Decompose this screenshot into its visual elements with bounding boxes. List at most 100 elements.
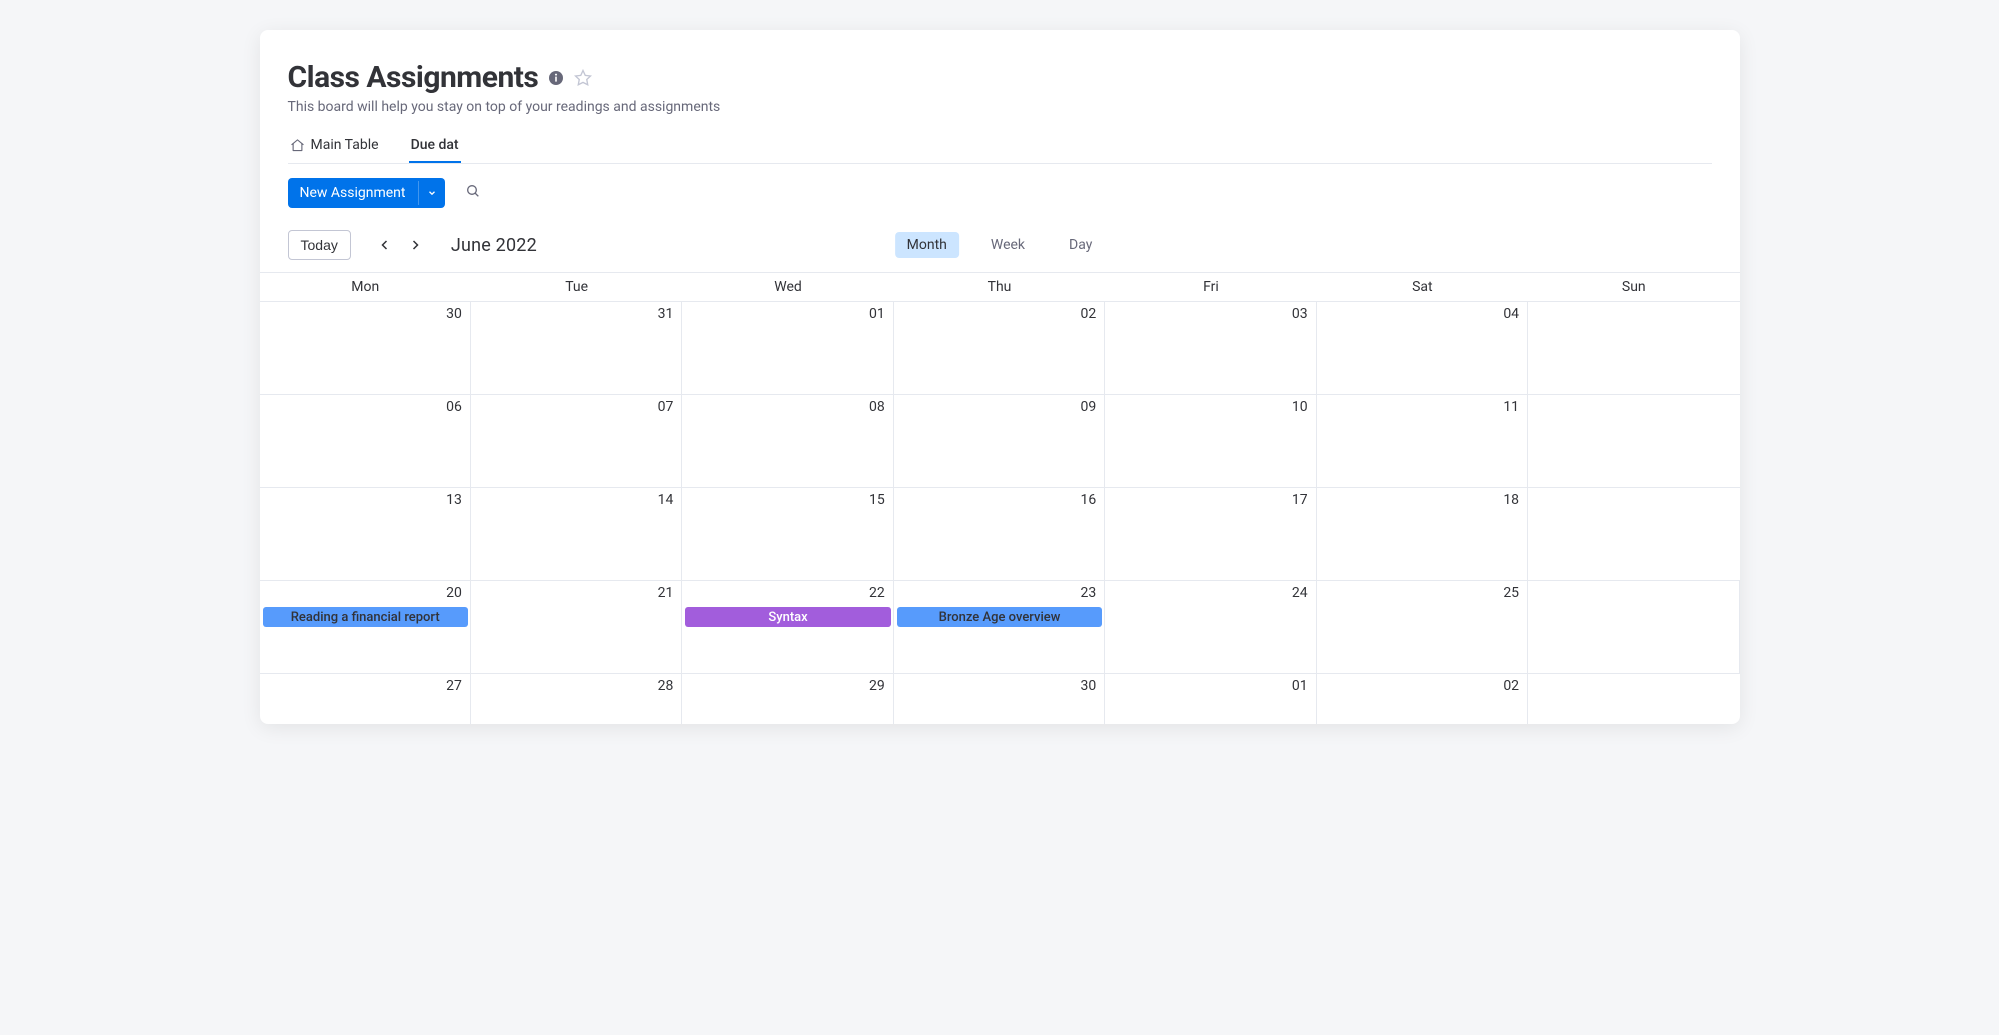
calendar-day-cell[interactable]: 04	[1317, 302, 1528, 394]
calendar-day-cell[interactable]: 17	[1105, 488, 1316, 580]
calendar-day-cell[interactable]: 02	[894, 302, 1105, 394]
weekday-mon: Mon	[260, 273, 471, 301]
day-number: 30	[1080, 678, 1096, 694]
day-number: 17	[1292, 492, 1308, 508]
chevron-down-icon[interactable]	[418, 181, 445, 205]
view-mode-switch: Month Week Day	[895, 232, 1105, 258]
search-button[interactable]: S	[465, 183, 485, 203]
calendar-day-cell[interactable]: 23	[894, 581, 1105, 673]
view-mode-week[interactable]: Week	[979, 232, 1037, 258]
day-number: 02	[1503, 678, 1519, 694]
day-number: 07	[658, 399, 674, 415]
calendar-day-cell[interactable]: 09	[894, 395, 1105, 487]
calendar-day-cell[interactable]: 06	[260, 395, 471, 487]
calendar-day-cell[interactable]: 01	[682, 302, 893, 394]
next-month-button[interactable]	[405, 234, 425, 256]
nav-arrows	[375, 234, 425, 256]
calendar-day-cell[interactable]	[1528, 581, 1739, 673]
board-subtitle: This board will help you stay on top of …	[288, 99, 1712, 115]
weekday-header: Mon Tue Wed Thu Fri Sat Sun	[260, 273, 1740, 302]
calendar-day-cell[interactable]: 16	[894, 488, 1105, 580]
calendar-day-cell[interactable]: 02	[1317, 674, 1528, 724]
calendar: Mon Tue Wed Thu Fri Sat Sun 30 31 01 02 03 04…	[260, 272, 1740, 724]
calendar-week-row: 20 21 22 23 24 25 Reading a financial report Sy…	[260, 581, 1740, 674]
day-number: 15	[869, 492, 885, 508]
calendar-day-cell[interactable]	[1528, 674, 1739, 724]
view-mode-day[interactable]: Day	[1057, 232, 1104, 258]
day-number: 31	[658, 306, 674, 322]
prev-month-button[interactable]	[375, 234, 395, 256]
day-number: 04	[1503, 306, 1519, 322]
title-row: Class Assignments	[288, 60, 1712, 95]
day-number: 10	[1292, 399, 1308, 415]
day-number: 28	[658, 678, 674, 694]
calendar-day-cell[interactable]	[1528, 488, 1739, 580]
day-number: 03	[1292, 306, 1308, 322]
day-number: 24	[1292, 585, 1308, 601]
tab-due-date-label: Due dat	[411, 137, 459, 153]
board-card: Class Assignments This board will help y…	[260, 30, 1740, 724]
view-tabs: Main Table Due dat	[288, 129, 1712, 164]
calendar-day-cell[interactable]: 28	[471, 674, 682, 724]
day-number: 01	[869, 306, 885, 322]
toolbar: New Assignment S	[288, 164, 1712, 222]
view-mode-month[interactable]: Month	[895, 232, 959, 258]
new-assignment-button[interactable]: New Assignment	[288, 178, 445, 208]
day-number: 11	[1503, 399, 1519, 415]
calendar-event[interactable]: Syntax	[685, 607, 890, 627]
calendar-day-cell[interactable]	[1528, 302, 1739, 394]
calendar-day-cell[interactable]: 15	[682, 488, 893, 580]
calendar-day-cell[interactable]: 03	[1105, 302, 1316, 394]
calendar-day-cell[interactable]: 18	[1317, 488, 1528, 580]
new-assignment-label: New Assignment	[288, 178, 418, 208]
calendar-day-cell[interactable]: 21	[471, 581, 682, 673]
calendar-day-cell[interactable]: 13	[260, 488, 471, 580]
weekday-thu: Thu	[894, 273, 1105, 301]
calendar-week-row: 30 31 01 02 03 04	[260, 302, 1740, 395]
calendar-day-cell[interactable]: 30	[260, 302, 471, 394]
board-title: Class Assignments	[288, 60, 539, 95]
tab-main-table-label: Main Table	[311, 137, 379, 153]
tab-due-date[interactable]: Due dat	[409, 129, 461, 163]
calendar-day-cell[interactable]: 22	[682, 581, 893, 673]
weekday-sun: Sun	[1528, 273, 1739, 301]
info-icon[interactable]	[548, 70, 564, 86]
day-number: 09	[1080, 399, 1096, 415]
tab-main-table[interactable]: Main Table	[288, 129, 381, 163]
calendar-day-cell[interactable]: 31	[471, 302, 682, 394]
calendar-week-row: 13 14 15 16 17 18	[260, 488, 1740, 581]
calendar-week-row: 27 28 29 30 01 02	[260, 674, 1740, 724]
day-number: 27	[446, 678, 462, 694]
day-number: 02	[1080, 306, 1096, 322]
star-icon[interactable]	[574, 69, 592, 87]
day-number: 06	[446, 399, 462, 415]
calendar-day-cell[interactable]: 20	[260, 581, 471, 673]
month-label: June 2022	[451, 235, 537, 256]
calendar-day-cell[interactable]: 27	[260, 674, 471, 724]
today-button[interactable]: Today	[288, 230, 351, 260]
day-number: 13	[446, 492, 462, 508]
calendar-controls: Today June 2022 Month Week Day	[260, 222, 1740, 272]
day-number: 20	[446, 585, 462, 601]
day-number: 18	[1503, 492, 1519, 508]
day-number: 21	[658, 585, 674, 601]
calendar-event[interactable]: Reading a financial report	[263, 607, 468, 627]
calendar-day-cell[interactable]: 24	[1105, 581, 1316, 673]
home-icon	[290, 138, 305, 153]
day-number: 30	[446, 306, 462, 322]
day-number: 25	[1503, 585, 1519, 601]
day-number: 29	[869, 678, 885, 694]
calendar-day-cell[interactable]: 14	[471, 488, 682, 580]
calendar-day-cell[interactable]: 29	[682, 674, 893, 724]
calendar-day-cell[interactable]: 01	[1105, 674, 1316, 724]
calendar-day-cell[interactable]: 07	[471, 395, 682, 487]
calendar-day-cell[interactable]: 25	[1317, 581, 1528, 673]
day-number: 23	[1080, 585, 1096, 601]
calendar-day-cell[interactable]: 11	[1317, 395, 1528, 487]
calendar-event[interactable]: Bronze Age overview	[897, 607, 1102, 627]
calendar-day-cell[interactable]: 10	[1105, 395, 1316, 487]
calendar-day-cell[interactable]: 30	[894, 674, 1105, 724]
calendar-day-cell[interactable]: 08	[682, 395, 893, 487]
calendar-day-cell[interactable]	[1528, 395, 1739, 487]
day-number: 08	[869, 399, 885, 415]
